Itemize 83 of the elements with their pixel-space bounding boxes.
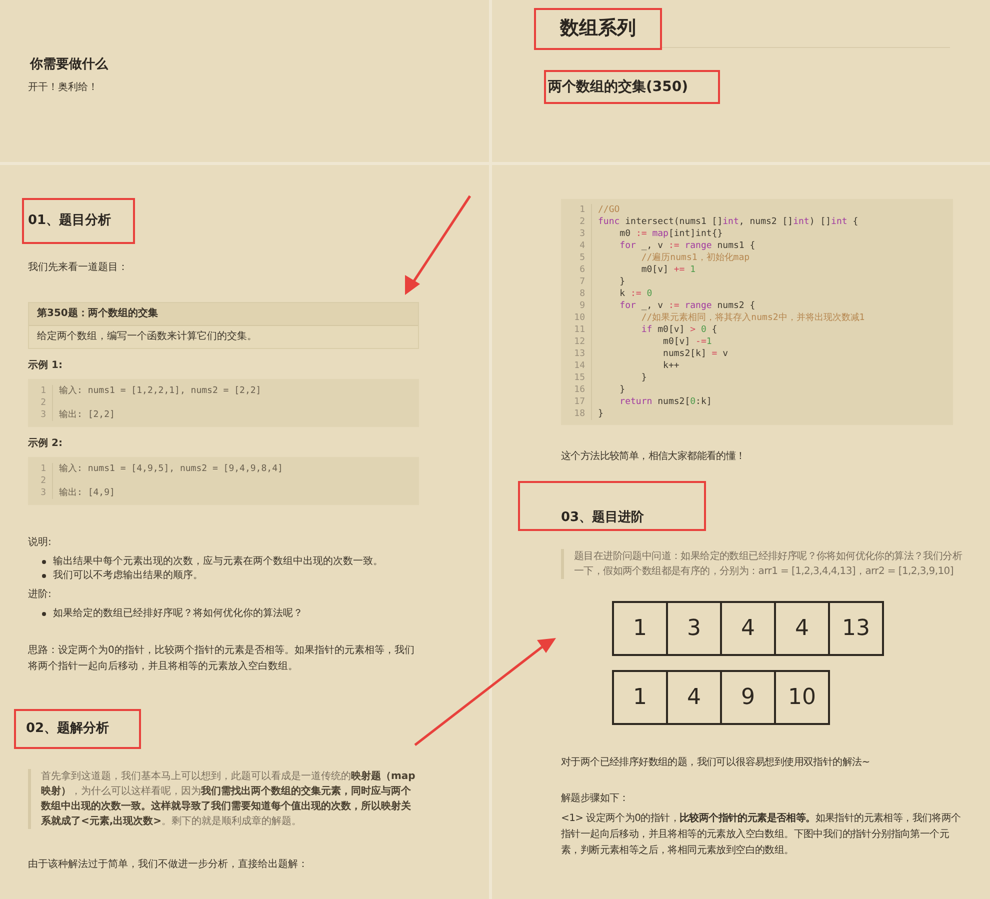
array-cell: 13 [828,601,884,656]
paragraph: 说明: [28,536,52,550]
code-line: 输入: nums1 = [1,2,2,1], nums2 = [2,2] [58,385,262,397]
line-number: 14 [567,360,592,372]
code-line: 输入: nums1 = [4,9,5], nums2 = [9,4,9,8,4] [58,463,283,475]
section-heading: 03、题目进阶 [561,509,644,527]
problem-description: 给定两个数组，编写一个函数来计算它们的交集。 [36,330,258,344]
array-cell: 3 [666,601,722,656]
code-line: return nums2[0:k] [618,396,712,408]
paragraph: 思路：设定两个为0的指针，比较两个指针的元素是否相等。如果指针的元素相等，我们将两个指针一起向后移动，并且将相等的元素放入空白数组。 [28,644,416,674]
paragraph: <1> 设定两个为0的指针，比较两个指针的元素是否相等。如果指针的元素相等，我们将两个指针一起向后移动，并且将相等的元素放入空白数组。下图中我们的指针分别指向第一个元素，判断元素相等之后，将相同元素放到空白的数组。 [561,812,962,858]
code-line: nums2[k] = v [662,348,728,360]
code-line: } [597,408,604,420]
line-number: 11 [567,324,592,336]
line-number: 15 [567,372,592,384]
bullet-icon [42,560,46,564]
array-cell: 4 [774,601,830,656]
code-line: //遍历nums1，初始化map [640,252,750,264]
line-number: 8 [567,288,592,300]
code-line: //GO [597,204,620,216]
line-number: 3 [28,487,53,499]
line-number: 5 [567,252,592,264]
array-cell: 4 [720,601,776,656]
line-number: 2 [28,475,53,487]
list-item: 我们可以不考虑输出结果的顺序。 [53,569,203,583]
code-line: m0[v] += 1 [640,264,696,276]
blockquote: 题目在进阶问题中问道：如果给定的数组已经排好序呢？你将如何优化你的算法？我们分析一下，假如两个数组都是有序的，分别为：arr1 = [1,2,3,4,4,13]，arr2 = [1,2,3,9,10] [561,549,968,579]
array-cell: 4 [666,670,722,725]
line-number: 16 [567,384,592,396]
code-line: for _, v := range nums2 { [618,300,756,312]
blockquote: 首先拿到这道题，我们基本马上可以想到，此题可以看成是一道传统的映射题（map映射），为什么可以这样看呢，因为我们需找出两个数组的交集元素，同时应与两个数组中出现的次数一致。这样就导致了我们需要知道每个值出现的次数，所以映射关系就成了<元素,出现次数>。剩下的就是顺利成章的解题。 [28,769,419,829]
line-number: 7 [567,276,592,288]
line-number: 9 [567,300,592,312]
array-cell: 9 [720,670,776,725]
line-number: 3 [567,228,592,240]
series-title: 数组系列 [560,16,636,40]
line-number: 2 [28,397,53,409]
example-label: 示例 1: [28,359,64,373]
code-line: k++ [662,360,680,372]
array-cell: 1 [612,601,668,656]
paragraph: 解题步骤如下： [561,792,630,806]
array-cell: 1 [612,670,668,725]
paragraph: 我们先来看一道题目： [28,260,129,275]
line-number: 1 [28,463,53,475]
section-heading: 01、题目分析 [28,212,112,230]
section-heading: 你需要做什么 [30,56,110,74]
paragraph: 进阶: [28,588,52,602]
problem-title: 第350题：两个数组的交集 [29,303,418,326]
line-number: 17 [567,396,592,408]
line-number: 18 [567,408,592,420]
line-number: 4 [567,240,592,252]
code-line: } [618,384,626,396]
code-line: } [618,276,626,288]
list-item: 输出结果中每个元素出现的次数，应与元素在两个数组中出现的次数一致。 [53,555,383,569]
bullet-icon [42,612,46,616]
code-line: //如果元素相同，将其存入nums2中，并将出现次数减1 [640,312,865,324]
code-line: func intersect(nums1 []int, nums2 []int) []int { [597,216,858,228]
section-heading: 02、题解分析 [26,720,110,738]
line-number: 3 [28,409,53,421]
paragraph: 由于该种解法过于简单，我们不做进一步分析，直接给出题解： [28,858,309,872]
code-line: if m0[v] > 0 { [640,324,718,336]
code-line: m0 := map[int]int{} [618,228,723,240]
line-number: 10 [567,312,592,324]
array-cell: 10 [774,670,830,725]
code-line: } [640,372,647,384]
line-number: 1 [28,385,53,397]
example-label: 示例 2: [28,437,64,451]
line-number: 13 [567,348,592,360]
paragraph: 这个方法比较简单，相信大家都能看的懂！ [561,450,746,464]
code-line: k := 0 [618,288,652,300]
paragraph: 对于两个已经排序好数组的题，我们可以很容易想到使用双指针的解法~ [561,756,871,770]
code-line: for _, v := range nums1 { [618,240,756,252]
line-number: 6 [567,264,592,276]
code-line: 输出: [4,9] [58,487,115,499]
line-number: 2 [567,216,592,228]
line-number: 1 [567,204,592,216]
article-title: 两个数组的交集(350) [548,78,688,96]
list-item: 如果给定的数组已经排好序呢？将如何优化你的算法呢？ [53,607,303,621]
code-line: 输出: [2,2] [58,409,115,421]
bullet-icon [42,574,46,578]
paragraph: 开干！奥利给！ [28,80,99,95]
code-line: m0[v] -=1 [662,336,712,348]
line-number: 12 [567,336,592,348]
